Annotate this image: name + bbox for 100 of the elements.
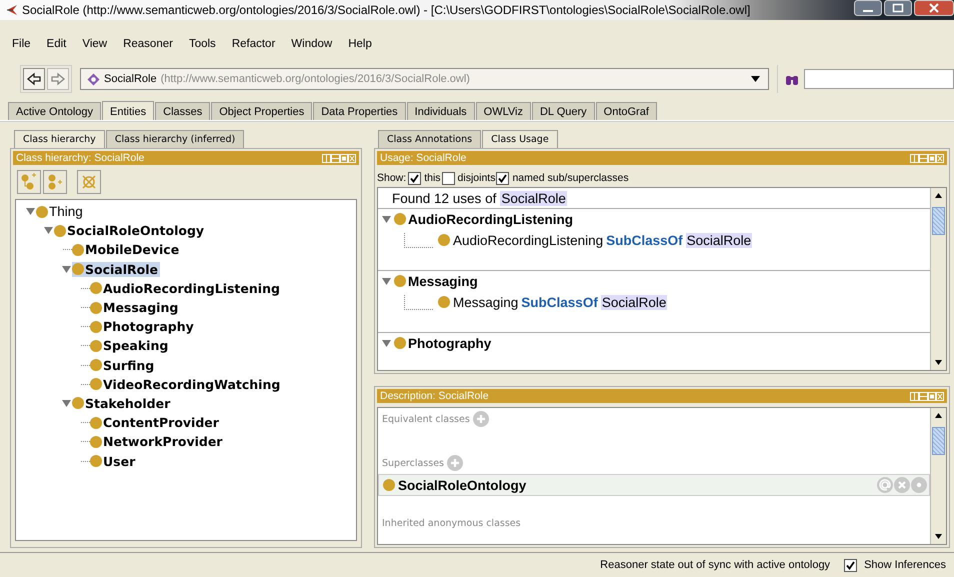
class-icon	[90, 359, 102, 372]
class-icon	[72, 397, 84, 410]
class-icon	[54, 224, 66, 237]
class-icon	[72, 263, 84, 276]
expand-toggle-icon[interactable]	[44, 226, 53, 236]
class-icon	[90, 340, 102, 352]
tab[interactable]: Class hierarchy	[14, 130, 105, 148]
menu-item[interactable]: View	[74, 38, 116, 56]
tree-item[interactable]: Photography	[90, 319, 196, 334]
view-controls-icon[interactable]	[910, 392, 944, 400]
class-icon	[90, 302, 102, 314]
tab[interactable]: Entities	[102, 101, 154, 120]
class-icon	[394, 337, 406, 349]
tree-item[interactable]: VideoRecordingWatching	[90, 376, 282, 392]
tab[interactable]: Individuals	[406, 102, 475, 120]
tree-item[interactable]: MobileDevice	[72, 242, 182, 258]
section-label: Superclasses	[382, 458, 444, 468]
menu-item[interactable]: Edit	[38, 38, 74, 56]
expand-toggle-icon[interactable]	[382, 276, 391, 286]
tree-item[interactable]: AudioRecordingListening	[90, 280, 282, 296]
expand-toggle-icon[interactable]	[62, 398, 71, 408]
tab[interactable]: Active Ontology	[8, 102, 102, 120]
tab[interactable]: OWLViz	[476, 102, 531, 120]
tree-item[interactable]: SocialRoleOntology	[54, 223, 206, 238]
checkbox[interactable]	[496, 172, 510, 184]
axiom-keyword: SubClassOf	[606, 232, 683, 248]
tab[interactable]: OntoGraf	[596, 102, 657, 120]
menu-item[interactable]: Refactor	[224, 38, 284, 56]
status-message: Reasoner state out of sync with active ontology	[600, 559, 830, 571]
add-subclass-icon[interactable]	[17, 170, 41, 194]
view-controls-icon[interactable]	[910, 154, 944, 162]
usage-count: Found 12 uses of	[392, 190, 496, 206]
tree-item[interactable]: Thing	[36, 204, 85, 220]
tab[interactable]: Class Usage	[482, 130, 558, 148]
scrollbar[interactable]	[930, 188, 946, 370]
entity-name: SocialRole	[500, 190, 567, 206]
tab[interactable]: Class hierarchy (inferred)	[106, 130, 244, 148]
binoculars-icon	[786, 74, 798, 84]
tree-item[interactable]: Messaging	[90, 300, 180, 316]
class-icon	[90, 416, 102, 429]
tab[interactable]: Data Properties	[313, 102, 406, 120]
class-icon	[36, 206, 48, 218]
panel-title: Description: SocialRole	[380, 390, 489, 402]
menu-item[interactable]: Tools	[180, 38, 224, 56]
tab[interactable]: DL Query	[532, 102, 595, 120]
group-title: AudioRecordingListening	[408, 212, 573, 226]
expand-toggle-icon[interactable]	[382, 338, 391, 348]
class-icon	[90, 455, 102, 468]
section-label: Inherited anonymous classes	[382, 518, 521, 528]
checkbox[interactable]	[844, 558, 858, 572]
class-icon	[394, 275, 406, 287]
expand-toggle-icon[interactable]	[382, 214, 391, 224]
tab[interactable]: Classes	[155, 102, 210, 120]
delete-class-icon[interactable]	[77, 170, 101, 194]
scroll-thumb[interactable]	[932, 427, 945, 455]
ontology-selector[interactable]: SocialRole (http://www.semanticweb.org/ontologies/2016/3/SocialRole.owl)	[80, 68, 769, 90]
class-icon	[383, 479, 395, 491]
tree-item[interactable]: Speaking	[90, 338, 170, 354]
checkbox[interactable]	[408, 172, 422, 184]
add-sibling-icon[interactable]	[43, 170, 67, 194]
tree-item[interactable]: Stakeholder	[72, 396, 172, 411]
class-icon	[90, 282, 102, 294]
panel-title: Class hierarchy: SocialRole	[16, 152, 144, 164]
axiom-subject: AudioRecordingListening	[453, 232, 604, 248]
minimize-icon[interactable]	[854, 0, 882, 16]
checkbox[interactable]	[442, 172, 455, 184]
menu-item[interactable]: File	[4, 38, 39, 56]
checkbox-label: named sub/superclasses	[512, 172, 629, 184]
tree-item[interactable]: NetworkProvider	[90, 434, 224, 450]
menu-item[interactable]: Help	[340, 38, 380, 56]
scroll-thumb[interactable]	[932, 207, 945, 235]
class-icon	[90, 436, 102, 448]
tab[interactable]: Class Annotations	[378, 130, 482, 148]
menu-item[interactable]: Reasoner	[115, 38, 181, 56]
expand-toggle-icon[interactable]	[26, 207, 35, 216]
ontology-icon	[87, 72, 100, 86]
dropdown-caret-icon[interactable]	[751, 76, 760, 82]
ontology-name: SocialRole	[104, 73, 157, 85]
axiom-object: SocialRole	[600, 294, 668, 310]
close-icon[interactable]	[914, 0, 954, 16]
tab[interactable]: Object Properties	[211, 102, 312, 120]
scrollbar[interactable]	[930, 408, 946, 544]
tree-item[interactable]: Surfing	[90, 358, 156, 373]
view-controls-icon[interactable]	[322, 154, 356, 162]
section-label: Equivalent classes	[382, 414, 470, 424]
group-title: Photography	[408, 336, 492, 350]
class-icon	[438, 296, 450, 308]
app-icon	[6, 4, 18, 16]
window-title: SocialRole (http://www.semanticweb.org/ontologies/2016/3/SocialRole.owl) - [C:\Users\GODFIRST\ontologies\SocialRole\SocialRole.owl]	[22, 3, 750, 17]
axiom-object: SocialRole	[686, 232, 752, 248]
checkbox-label: Show Inferences	[864, 559, 946, 571]
tree-item[interactable]: ContentProvider	[90, 415, 221, 430]
maximize-icon[interactable]	[884, 0, 912, 16]
search-field[interactable]	[804, 69, 954, 89]
menu-item[interactable]: Window	[283, 38, 340, 56]
checkbox-label: disjoints	[458, 172, 496, 184]
class-icon	[90, 320, 102, 333]
tree-item[interactable]: User	[90, 454, 138, 469]
axiom-subject: Messaging	[453, 294, 518, 310]
tree-item[interactable]: SocialRole	[72, 262, 160, 277]
